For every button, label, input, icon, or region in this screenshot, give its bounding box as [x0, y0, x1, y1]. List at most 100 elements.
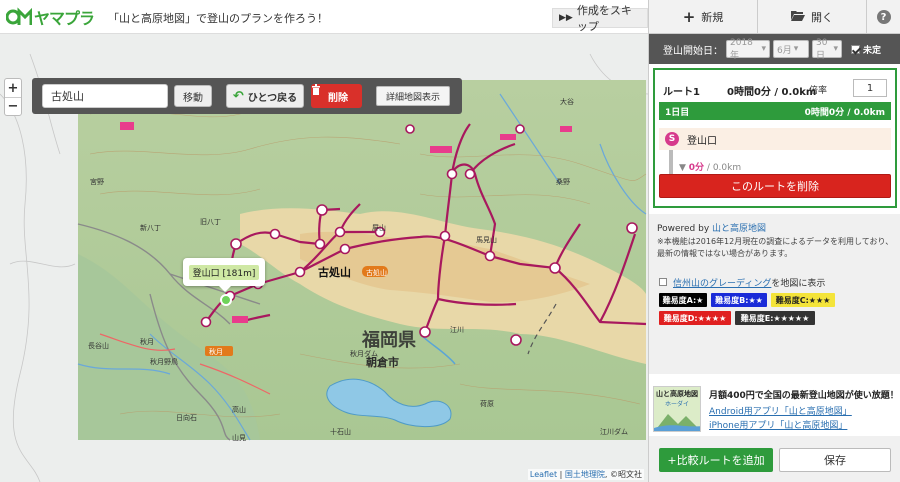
- month-select[interactable]: 6月 ▾: [773, 40, 809, 58]
- svg-text:十石山: 十石山: [330, 427, 351, 436]
- route-card: ルート1 0時間0分 / 0.0km 倍率 1 1日目 0時間0分 / 0.0k…: [653, 68, 897, 208]
- delete-label: 削除: [328, 92, 348, 104]
- open-button[interactable]: 開く: [757, 0, 866, 34]
- ad-headline: 月額400円で全国の最新登山地図が使い放題！: [709, 391, 899, 401]
- mountain-icon: [654, 414, 700, 431]
- powered-prefix: Powered by: [657, 224, 713, 234]
- app-ad-banner: 山と高原地図 ホーダイ 月額400円で全国の最新登山地図が使い放題！ Andro…: [649, 380, 900, 436]
- month-value: 6月: [777, 45, 792, 56]
- svg-text:江川ダム: 江川ダム: [600, 427, 628, 436]
- ad-app-image[interactable]: 山と高原地図 ホーダイ: [653, 386, 701, 432]
- folder-open-icon: [791, 10, 805, 24]
- powered-link[interactable]: 山と高原地図: [712, 224, 766, 234]
- grading-link[interactable]: 信州山のグレーディング: [673, 279, 771, 289]
- start-badge: S: [665, 132, 679, 146]
- svg-text:旧八丁: 旧八丁: [200, 218, 221, 226]
- ratio-label: 倍率: [809, 86, 828, 96]
- dropdown-icon: ▾: [761, 44, 766, 54]
- grade-badge-c: 難易度C:★★★: [771, 293, 835, 307]
- svg-text:新八丁: 新八丁: [140, 223, 161, 232]
- back-arrow-icon: ↶: [232, 88, 244, 104]
- svg-text:長谷山: 長谷山: [88, 341, 109, 350]
- logo[interactable]: ヤマプラ: [5, 6, 95, 28]
- zoom-in-button[interactable]: +: [5, 79, 21, 97]
- svg-text:朝倉市: 朝倉市: [366, 355, 399, 369]
- ad-logo: 山と高原地図: [656, 390, 698, 398]
- android-app-link[interactable]: Android用アプリ「山と高原地図」: [709, 404, 852, 417]
- day-label: 1日目: [665, 107, 690, 118]
- new-label: 新規: [701, 11, 724, 24]
- info-section: Powered by 山と高原地図 ※本機能は2016年12月現在の調査によるデ…: [649, 214, 900, 374]
- svg-text:秋月野鳥: 秋月野鳥: [150, 357, 178, 366]
- svg-text:馬見山: 馬見山: [476, 235, 497, 244]
- year-select[interactable]: 2018年 ▾: [726, 37, 770, 61]
- route-panel: 登山開始日： 2018年 ▾ 6月 ▾ 30日 ▾ 未定 ルート1 0時間0分 / 0…: [648, 34, 900, 482]
- day-value: 30日: [816, 37, 828, 61]
- svg-text:大谷: 大谷: [560, 97, 574, 106]
- grading-suffix: を地図に表示: [771, 279, 826, 289]
- detail-map-button[interactable]: 詳細地図表示: [376, 86, 450, 106]
- new-button[interactable]: + 新規: [648, 0, 757, 34]
- map-attribution: Leaflet | 国土地理院, ©昭文社: [527, 469, 644, 480]
- grade-badge-b: 難易度B:★★: [711, 293, 767, 307]
- ratio-input[interactable]: 1: [853, 79, 887, 97]
- date-label: 登山開始日：: [663, 45, 723, 57]
- logo-mark-icon: [5, 7, 33, 27]
- question-icon: ?: [876, 10, 891, 24]
- zoom-control: + −: [4, 78, 22, 116]
- top-right-toolbar: + 新規 開く ?: [648, 0, 900, 34]
- svg-text:秋月: 秋月: [209, 347, 223, 356]
- svg-text:江川: 江川: [450, 326, 464, 334]
- dropdown-icon: ▾: [833, 44, 838, 54]
- search-input[interactable]: 古処山: [42, 84, 168, 108]
- grade-badge-e: 難易度E:★★★★★: [735, 311, 815, 325]
- attribution-copyright: , ©昭文社: [604, 470, 642, 479]
- ad-sub: ホーダイ: [664, 401, 689, 408]
- leaflet-link[interactable]: Leaflet: [530, 470, 557, 479]
- map-area[interactable]: 新八丁 旧八丁 秋月 長谷山 秋月野鳥 高山 十石山 山見 日向石 馬見山 屏山…: [0, 34, 648, 482]
- svg-text:荷原: 荷原: [480, 399, 494, 408]
- year-value: 2018年: [730, 37, 753, 61]
- svg-text:日向石: 日向石: [176, 413, 197, 422]
- day-select[interactable]: 30日 ▾: [812, 37, 842, 61]
- open-label: 開く: [811, 11, 833, 24]
- delete-route-button[interactable]: このルートを削除: [659, 174, 891, 198]
- waypoint-popup: 登山口 [181m]: [183, 258, 265, 292]
- undecided-checkbox[interactable]: [851, 44, 860, 54]
- fast-forward-icon: ▶▶: [559, 13, 573, 23]
- undecided-label: 未定: [863, 45, 882, 56]
- move-button[interactable]: 移動: [174, 85, 212, 107]
- undo-button[interactable]: ↶ ひとつ戻る: [226, 84, 304, 108]
- date-bar: 登山開始日： 2018年 ▾ 6月 ▾ 30日 ▾ 未定: [649, 34, 900, 64]
- help-button[interactable]: ?: [866, 0, 900, 34]
- grading-checkbox[interactable]: [659, 278, 667, 286]
- skip-label: 作成をスキップ: [576, 4, 632, 33]
- segment-dist: / 0.0km: [704, 163, 742, 173]
- map-toolbar: 古処山 移動 ↶ ひとつ戻る 削除 詳細地図表示: [32, 78, 462, 114]
- zoom-out-button[interactable]: −: [5, 97, 21, 115]
- undo-label: ひとつ戻る: [247, 92, 298, 104]
- save-button[interactable]: 保存: [779, 448, 891, 472]
- tagline: 「山と高原地図」で登山のプランを作ろう！: [108, 12, 328, 25]
- gsi-link[interactable]: 国土地理院: [565, 470, 605, 479]
- svg-text:山見: 山見: [232, 433, 246, 442]
- header: ヤマプラ 「山と高原地図」で登山のプランを作ろう！ ▶▶ 作成をスキップ: [0, 0, 648, 34]
- iphone-app-link[interactable]: iPhone用アプリ「山と高原地図」: [709, 418, 847, 431]
- svg-text:福岡県: 福岡県: [361, 329, 416, 351]
- delete-button[interactable]: 削除: [311, 84, 362, 108]
- powered-by: Powered by 山と高原地図: [657, 221, 766, 234]
- waypoint-start[interactable]: S 登山口: [659, 128, 891, 150]
- svg-text:高山: 高山: [232, 405, 246, 414]
- plus-icon: +: [682, 8, 696, 26]
- segment-time: 0分: [688, 163, 705, 173]
- add-compare-route-button[interactable]: +比較ルートを追加: [659, 448, 773, 472]
- grade-badge-a: 難易度A:★: [659, 293, 707, 307]
- svg-text:秋月: 秋月: [140, 337, 154, 346]
- day-header[interactable]: 1日目 0時間0分 / 0.0km: [659, 102, 891, 120]
- svg-text:屏山: 屏山: [372, 223, 386, 232]
- app-root: ヤマプラ 「山と高原地図」で登山のプランを作ろう！ ▶▶ 作成をスキップ + 新…: [0, 0, 900, 482]
- logo-text: ヤマプラ: [34, 9, 95, 28]
- svg-text:宮野: 宮野: [90, 177, 104, 186]
- panel-footer: +比較ルートを追加 保存: [649, 436, 900, 482]
- skip-button[interactable]: ▶▶ 作成をスキップ: [552, 4, 648, 33]
